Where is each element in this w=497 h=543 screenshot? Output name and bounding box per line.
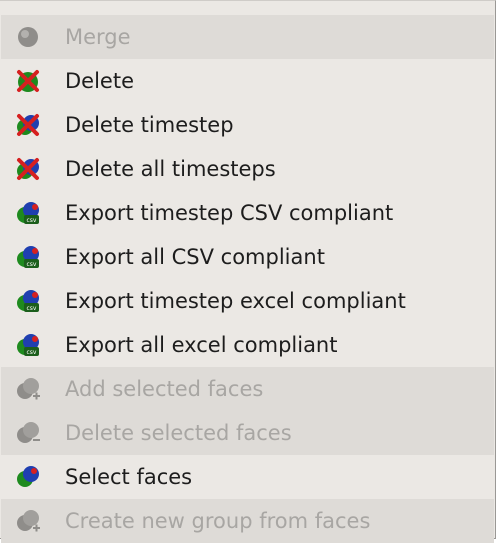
menu-item-label: Delete all timesteps	[65, 157, 276, 181]
menu-item-export-timestep-csv[interactable]: csv Export timestep CSV compliant	[1, 191, 494, 235]
menu-item-label: Export all excel compliant	[65, 333, 338, 357]
context-menu: Merge Delete Delete timestep Delete all …	[0, 0, 496, 543]
menu-item-delete-selected-faces[interactable]: Delete selected faces	[1, 411, 494, 455]
export-excel-icon: csv	[15, 332, 41, 358]
svg-text:csv: csv	[27, 217, 37, 224]
menu-item-label: Export timestep excel compliant	[65, 289, 406, 313]
menu-item-create-group-from-faces[interactable]: Create new group from faces	[1, 499, 494, 543]
export-excel-icon: csv	[15, 288, 41, 314]
menu-item-label: Export timestep CSV compliant	[65, 201, 394, 225]
add-faces-icon	[15, 376, 41, 402]
menu-item-export-timestep-excel[interactable]: csv Export timestep excel compliant	[1, 279, 494, 323]
menu-item-select-faces[interactable]: Select faces	[1, 455, 494, 499]
menu-item-delete-timestep[interactable]: Delete timestep	[1, 103, 494, 147]
menu-item-add-selected-faces[interactable]: Add selected faces	[1, 367, 494, 411]
svg-text:csv: csv	[27, 261, 37, 268]
menu-item-export-all-csv[interactable]: csv Export all CSV compliant	[1, 235, 494, 279]
menu-item-export-all-excel[interactable]: csv Export all excel compliant	[1, 323, 494, 367]
delete-faces-icon	[15, 420, 41, 446]
select-faces-icon	[15, 464, 41, 490]
menu-item-label: Delete selected faces	[65, 421, 292, 445]
create-group-icon	[15, 508, 41, 534]
menu-item-label: Export all CSV compliant	[65, 245, 325, 269]
svg-text:csv: csv	[27, 305, 37, 312]
menu-item-label: Add selected faces	[65, 377, 264, 401]
menu-item-label: Delete timestep	[65, 113, 234, 137]
menu-item-delete-all-timesteps[interactable]: Delete all timesteps	[1, 147, 494, 191]
delete-all-timesteps-icon	[15, 156, 41, 182]
menu-item-label: Create new group from faces	[65, 509, 371, 533]
export-csv-icon: csv	[15, 244, 41, 270]
menu-item-label: Merge	[65, 25, 131, 49]
menu-item-label: Delete	[65, 69, 134, 93]
menu-item-delete[interactable]: Delete	[1, 59, 494, 103]
menu-item-label: Select faces	[65, 465, 193, 489]
delete-timestep-icon	[15, 112, 41, 138]
merge-icon	[15, 24, 41, 50]
svg-text:csv: csv	[27, 349, 37, 356]
delete-icon	[15, 68, 41, 94]
export-csv-icon: csv	[15, 200, 41, 226]
menu-item-merge[interactable]: Merge	[1, 15, 494, 59]
